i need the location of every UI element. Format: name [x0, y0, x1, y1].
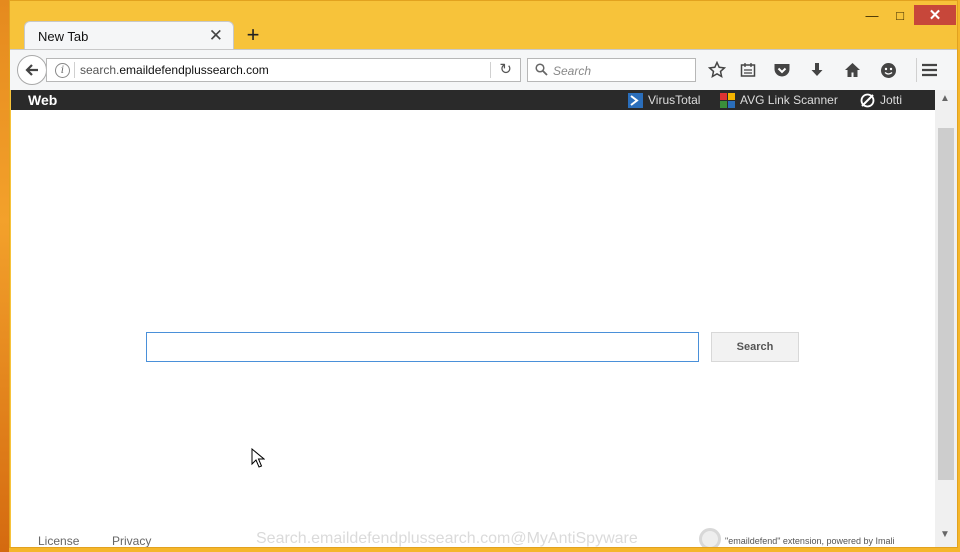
tab-close-icon[interactable]: ✕	[209, 26, 223, 46]
reload-icon[interactable]: ↻	[499, 60, 512, 78]
url-text[interactable]: search.emaildefendplussearch.com	[80, 63, 269, 77]
tab-new-tab[interactable]: New Tab ✕	[24, 21, 234, 49]
powered-by-text: "emaildefend" extension, powered by Imal…	[725, 536, 895, 546]
minimize-button[interactable]: —	[858, 5, 886, 25]
divider	[916, 58, 917, 82]
divider	[490, 62, 491, 78]
avg-link-scanner-label: AVG Link Scanner	[740, 93, 838, 107]
scroll-down-icon[interactable]: ▼	[940, 529, 950, 540]
virustotal-label: VirusTotal	[648, 93, 701, 107]
home-icon[interactable]	[841, 60, 863, 80]
loading-spinner-icon	[699, 528, 721, 547]
close-window-button[interactable]: ✕	[914, 5, 956, 25]
pocket-icon[interactable]	[771, 60, 793, 80]
site-info-icon[interactable]: i	[55, 63, 70, 78]
license-link[interactable]: License	[38, 534, 79, 547]
scroll-up-icon[interactable]: ▲	[940, 93, 950, 104]
jotti-label: Jotti	[880, 93, 903, 107]
search-icon	[535, 63, 548, 76]
download-icon[interactable]	[806, 60, 828, 80]
browser-search-box[interactable]: Search	[527, 58, 696, 82]
smiley-icon[interactable]	[877, 60, 899, 80]
jotti-icon	[860, 93, 875, 107]
navigation-toolbar: i search.emaildefendplussearch.com ↻ Sea…	[10, 49, 957, 90]
reading-list-icon[interactable]	[737, 60, 759, 80]
maximize-button[interactable]: □	[886, 5, 914, 25]
desktop-edge	[0, 0, 9, 552]
page-top-bar: Web VirusTotal AVG Link Scanner Jotti	[11, 90, 935, 110]
divider	[74, 62, 75, 78]
url-domain: emaildefendplussearch.com	[119, 63, 269, 77]
jotti-link[interactable]: Jotti	[860, 90, 902, 110]
mouse-cursor-icon	[251, 448, 265, 468]
web-label[interactable]: Web	[28, 92, 57, 108]
search-placeholder: Search	[553, 64, 592, 78]
privacy-link[interactable]: Privacy	[112, 534, 151, 547]
url-prefix: search.	[80, 63, 120, 77]
scrollbar-thumb[interactable]	[938, 128, 954, 480]
virustotal-icon	[628, 92, 643, 108]
main-search-button[interactable]: Search	[711, 332, 799, 362]
main-search-input[interactable]	[146, 332, 699, 362]
virustotal-link[interactable]: VirusTotal	[628, 90, 700, 110]
back-arrow-icon	[25, 64, 38, 76]
browser-window: — □ ✕ New Tab ✕ + i search.emaildefendpl…	[9, 0, 958, 548]
avg-icon	[720, 92, 735, 108]
tab-title: New Tab	[38, 29, 89, 44]
vertical-scrollbar[interactable]: ▲ ▼	[935, 90, 957, 547]
menu-icon[interactable]	[918, 60, 940, 80]
page-content: Web VirusTotal AVG Link Scanner Jotti Se…	[11, 90, 935, 547]
avg-link-scanner-link[interactable]: AVG Link Scanner	[720, 90, 838, 110]
new-tab-button[interactable]: +	[241, 23, 265, 47]
watermark-text: Search.emaildefendplussearch.com@MyAntiS…	[256, 530, 638, 547]
back-button[interactable]	[17, 55, 47, 85]
bookmark-star-icon[interactable]	[706, 60, 728, 80]
address-bar[interactable]: i search.emaildefendplussearch.com ↻	[46, 58, 521, 82]
